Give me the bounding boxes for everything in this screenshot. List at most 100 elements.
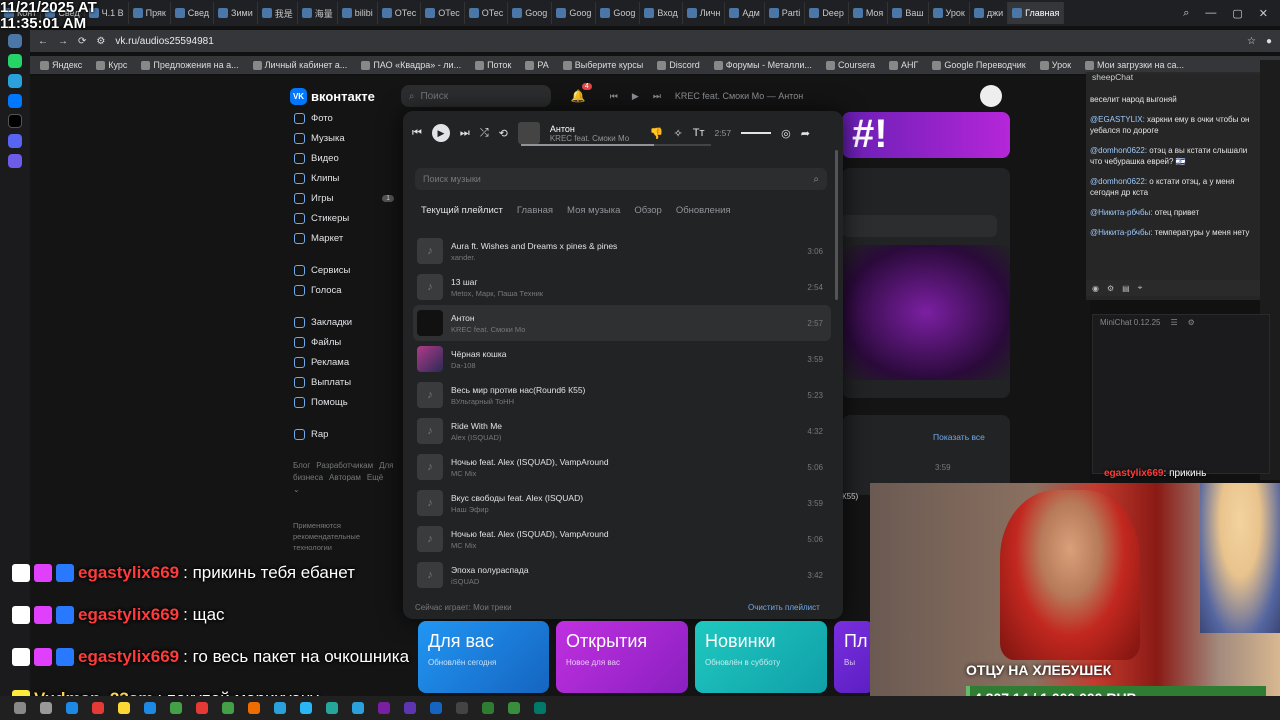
bookmark-item[interactable]: Предложения на а... bbox=[141, 60, 239, 70]
track-row[interactable]: ♪ Ночью feat. Alex (ISQUAD), VampAround MC… bbox=[413, 449, 831, 485]
url-field[interactable]: vk.ru/audios25594981 bbox=[115, 36, 1237, 47]
app-icon[interactable] bbox=[8, 154, 22, 168]
bookmark-item[interactable]: Яндекс bbox=[40, 60, 82, 70]
nav-item[interactable]: Маркет bbox=[294, 228, 394, 248]
taskbar-app-icon[interactable] bbox=[66, 702, 78, 714]
taskbar-app-icon[interactable] bbox=[222, 702, 234, 714]
browser-tab[interactable]: Моя bbox=[849, 2, 889, 24]
chat-icon[interactable]: ▤ bbox=[1122, 284, 1130, 293]
nav-item[interactable]: Реклама bbox=[294, 352, 394, 372]
tab-0[interactable]: Текущий плейлист bbox=[421, 205, 503, 216]
taskbar-app-icon[interactable] bbox=[144, 702, 156, 714]
next-track-icon[interactable]: ⏭ bbox=[653, 91, 661, 102]
taskbar-app-icon[interactable] bbox=[170, 702, 182, 714]
reload-icon[interactable]: ⟳ bbox=[78, 36, 86, 47]
discord-icon[interactable] bbox=[8, 134, 22, 148]
forward-icon[interactable]: → bbox=[58, 36, 68, 47]
x-icon[interactable] bbox=[8, 114, 22, 128]
profile-icon[interactable]: ● bbox=[1266, 36, 1272, 47]
maximize-icon[interactable]: ▢ bbox=[1232, 7, 1242, 20]
eye-icon[interactable]: ◉ bbox=[1092, 284, 1099, 293]
browser-tab[interactable]: Личн bbox=[683, 2, 726, 24]
footer-link[interactable]: Блог bbox=[293, 461, 310, 470]
play-icon[interactable]: ▶ bbox=[632, 91, 639, 102]
footer-link[interactable]: Авторам bbox=[329, 473, 361, 482]
site-info-icon[interactable]: ⚙ bbox=[96, 36, 105, 47]
browser-tab[interactable]: ОТес bbox=[378, 2, 422, 24]
tile-discoveries[interactable]: Открытия Новое для вас bbox=[556, 621, 688, 693]
track-artist[interactable]: KREC feat. Смоки Мо bbox=[451, 325, 525, 334]
track-row[interactable]: ♪ Aura ft. Wishes and Dreams x pines & pi… bbox=[413, 233, 831, 269]
nav-item[interactable]: Закладки bbox=[294, 312, 394, 332]
track-list-scrollbar[interactable] bbox=[835, 150, 838, 300]
browser-tab[interactable]: Parti bbox=[765, 2, 806, 24]
taskbar-app-icon[interactable] bbox=[378, 702, 390, 714]
promo-banner[interactable]: #! bbox=[842, 112, 1010, 158]
shuffle-icon[interactable]: ⤮ bbox=[480, 127, 489, 140]
track-row[interactable]: Антон KREC feat. Смоки Мо 2:57 bbox=[413, 305, 831, 341]
track-artist[interactable]: iSQUAD bbox=[451, 577, 529, 586]
bookmark-item[interactable]: Поток bbox=[475, 60, 511, 70]
nav-item[interactable]: Видео bbox=[294, 148, 394, 168]
header-now-playing[interactable]: KREC feat. Смоки Мо — Антон bbox=[675, 91, 803, 101]
repeat-icon[interactable]: ⟲ bbox=[499, 127, 508, 140]
nav-item[interactable]: Игры 1 bbox=[294, 188, 394, 208]
browser-tab[interactable]: Goog bbox=[596, 2, 641, 24]
nav-item[interactable]: Фото bbox=[294, 108, 394, 128]
track-row[interactable]: ♪ 13 шаг Metox, Марк, Паша Техник 2:54 bbox=[413, 269, 831, 305]
browser-tab[interactable]: Пряк bbox=[129, 2, 171, 24]
track-artist[interactable]: Metox, Марк, Паша Техник bbox=[451, 289, 543, 298]
nav-item[interactable]: Голоса bbox=[294, 280, 394, 300]
browser-tab[interactable]: 海量 bbox=[298, 2, 338, 24]
browser-tab[interactable]: Урок bbox=[929, 2, 970, 24]
browser-tab[interactable]: ОТес bbox=[465, 2, 509, 24]
taskbar-app-icon[interactable] bbox=[300, 702, 312, 714]
menu-icon[interactable]: ☰ bbox=[1170, 318, 1177, 327]
browser-tab[interactable]: Goog bbox=[508, 2, 553, 24]
app-icon[interactable] bbox=[8, 34, 22, 48]
prev-track-icon[interactable]: ⏮ bbox=[412, 127, 422, 140]
bookmark-item[interactable]: АНГ bbox=[888, 60, 918, 70]
tile-partial[interactable]: Пл Вы bbox=[834, 621, 874, 693]
current-track-cover[interactable] bbox=[517, 122, 540, 144]
track-artist[interactable]: MC Mix bbox=[451, 541, 609, 550]
track-progress-bar[interactable] bbox=[521, 144, 711, 146]
track-row[interactable]: ♪ Весь мир против нас(Round6 К55) ВУльгарн… bbox=[413, 377, 831, 413]
track-artist[interactable]: ВУльгарный ТоНН bbox=[451, 397, 585, 406]
bookmark-item[interactable]: Курс bbox=[96, 60, 127, 70]
taskbar-app-icon[interactable] bbox=[404, 702, 416, 714]
browser-tab[interactable]: Свед bbox=[171, 2, 215, 24]
browser-tab[interactable]: 我是 bbox=[258, 2, 298, 24]
track-artist[interactable]: Наш Эфир bbox=[451, 505, 583, 514]
bookmark-item[interactable]: Выберите курсы bbox=[562, 60, 643, 70]
nav-item[interactable]: Сервисы bbox=[294, 260, 394, 280]
back-icon[interactable]: ← bbox=[38, 36, 48, 47]
browser-tab[interactable]: Главная bbox=[1008, 2, 1065, 24]
taskbar-app-icon[interactable] bbox=[118, 702, 130, 714]
taskbar-app-icon[interactable] bbox=[456, 702, 468, 714]
browser-tab[interactable]: Goog bbox=[552, 2, 597, 24]
lyrics-icon[interactable]: Tт bbox=[693, 127, 705, 139]
minimize-icon[interactable]: — bbox=[1205, 7, 1216, 19]
browser-tab[interactable]: Вход bbox=[640, 2, 683, 24]
bookmark-item[interactable]: Урок bbox=[1039, 60, 1071, 70]
nav-item[interactable]: Музыка bbox=[294, 128, 394, 148]
nav-item[interactable]: Стикеры bbox=[294, 208, 394, 228]
current-track-title[interactable]: Антон bbox=[550, 124, 640, 134]
recommend-icon[interactable]: ✧ bbox=[674, 127, 683, 140]
play-button[interactable]: ▶ bbox=[431, 124, 450, 142]
gear-icon[interactable]: ⚙ bbox=[1188, 318, 1195, 327]
vk-icon[interactable] bbox=[8, 94, 22, 108]
bookmark-item[interactable]: ПАО «Квадра» - ли... bbox=[361, 60, 461, 70]
taskbar-app-icon[interactable] bbox=[430, 702, 442, 714]
taskbar-app-icon[interactable] bbox=[248, 702, 260, 714]
nav-item[interactable]: Клипы bbox=[294, 168, 394, 188]
nav-item[interactable]: Файлы bbox=[294, 332, 394, 352]
track-row[interactable]: Чёрная кошка Da-108 3:59 bbox=[413, 341, 831, 377]
search-tabs-icon[interactable]: ⌕ bbox=[1183, 7, 1189, 20]
tab-1[interactable]: Главная bbox=[517, 205, 553, 216]
music-search-input[interactable]: Поиск музыки ⌕ bbox=[415, 168, 827, 190]
track-artist[interactable]: Da-108 bbox=[451, 361, 507, 370]
browser-tab[interactable]: ОТес bbox=[421, 2, 465, 24]
track-row[interactable]: ♪ Вкус свободы feat. Alex (ISQUAD) Наш Эфи… bbox=[413, 485, 831, 521]
